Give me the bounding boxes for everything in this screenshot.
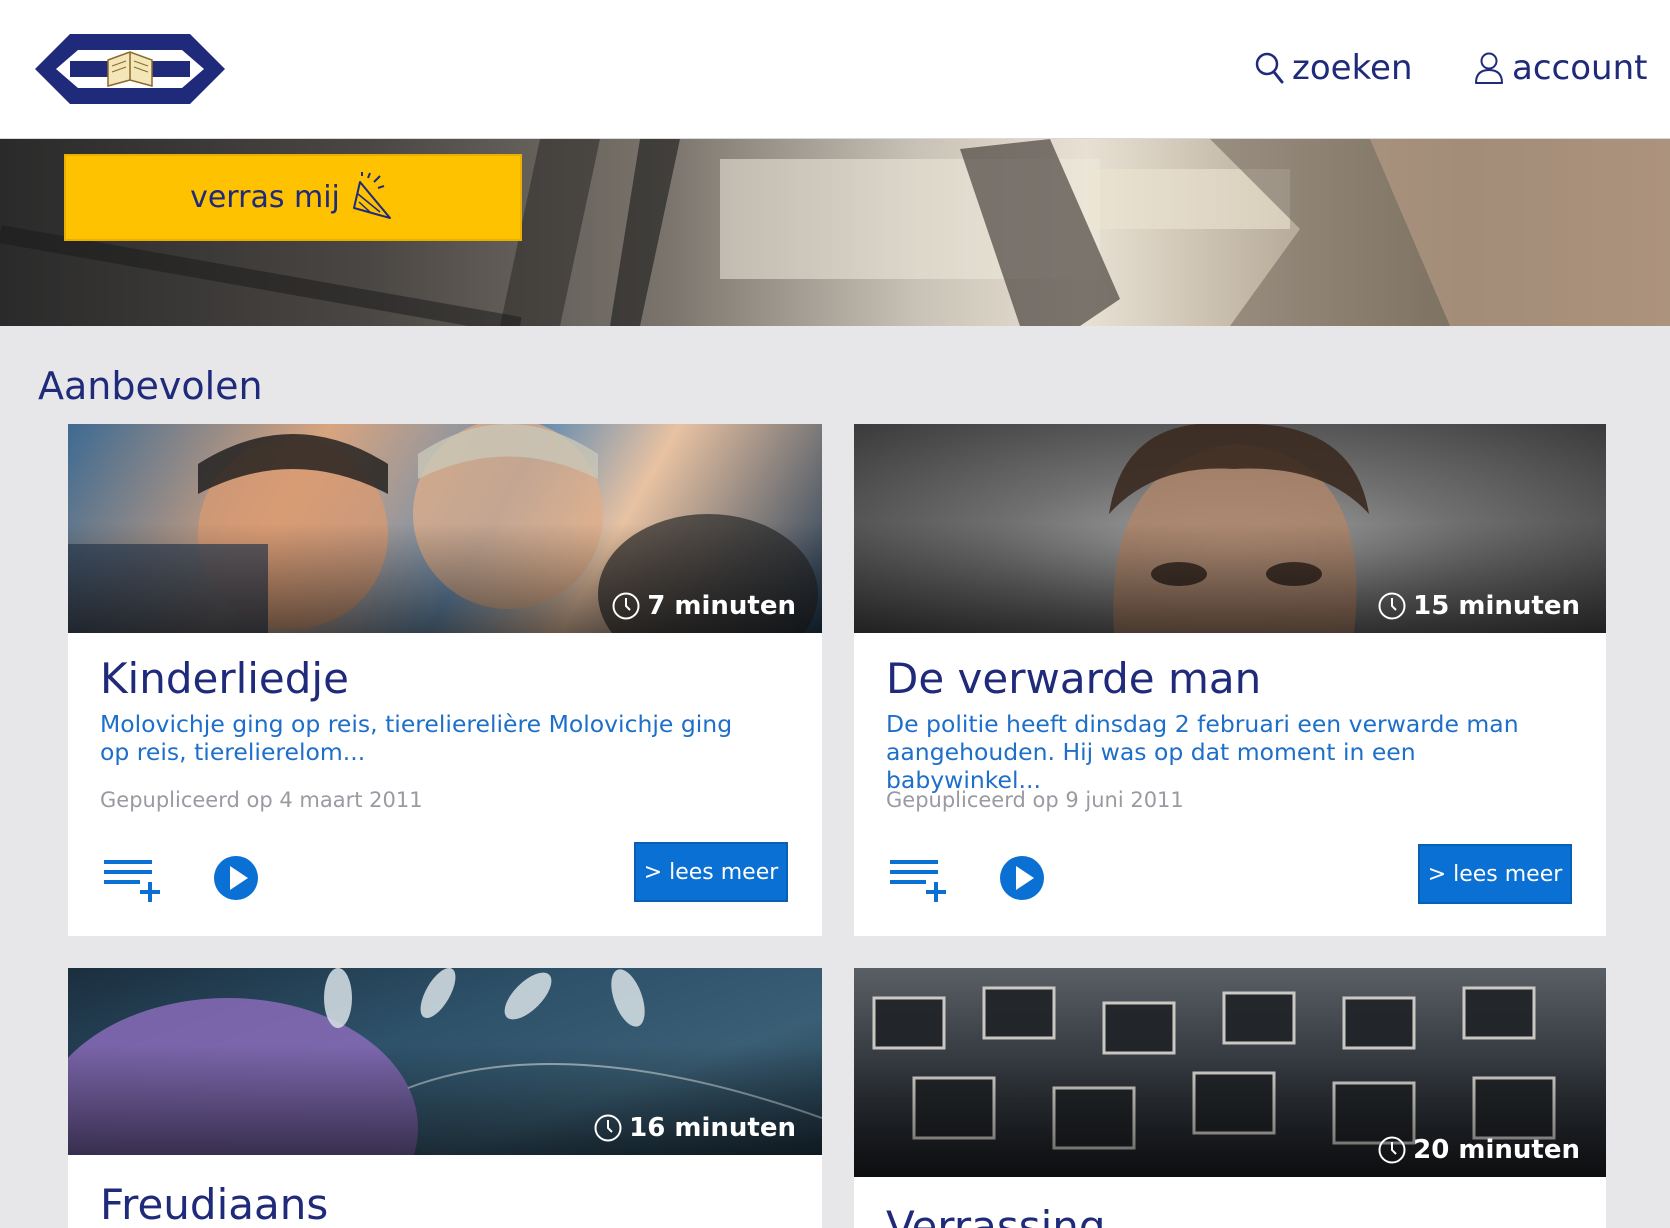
article-card: 7 minuten Kinderliedje Molovichje ging o… [68, 424, 822, 936]
play-icon[interactable] [998, 854, 1046, 902]
ns-logo-icon[interactable] [30, 28, 230, 110]
search-label: zoeken [1292, 48, 1413, 88]
clock-icon [594, 1114, 622, 1142]
card-description[interactable]: De politie heeft dinsdag 2 februari een … [886, 710, 1546, 794]
reading-time: 7 minuten [611, 591, 796, 621]
read-more-button[interactable]: > lees meer [634, 842, 788, 902]
card-image[interactable]: 15 minuten [854, 424, 1606, 633]
party-popper-icon [352, 171, 391, 219]
publish-date: Gepupliceerd op 4 maart 2011 [100, 788, 423, 812]
reading-time: 15 minuten [1377, 591, 1580, 621]
duration-text: 7 minuten [647, 591, 796, 621]
reading-time: 16 minuten [593, 1113, 796, 1143]
card-description[interactable]: Molovichje ging op reis, tierelierelière… [100, 710, 760, 766]
card-image[interactable]: 20 minuten [854, 968, 1606, 1177]
duration-text: 15 minuten [1413, 591, 1580, 621]
account-label: account [1512, 48, 1648, 88]
clock-icon [612, 592, 640, 620]
article-card: 20 minuten Verrassing [854, 968, 1606, 1228]
add-to-playlist-icon[interactable] [888, 854, 950, 904]
publish-date: Gepupliceerd op 9 juni 2011 [886, 788, 1184, 812]
read-more-button[interactable]: > lees meer [1418, 844, 1572, 904]
surprise-label: verras mij [190, 180, 340, 215]
article-card: 16 minuten Freudiaans [68, 968, 822, 1228]
play-icon[interactable] [212, 854, 260, 902]
account-nav-link[interactable]: account [1474, 48, 1647, 88]
add-to-playlist-icon[interactable] [102, 854, 164, 904]
card-image[interactable]: 16 minuten [68, 968, 822, 1155]
article-card: 15 minuten De verwarde man De politie he… [854, 424, 1606, 936]
duration-text: 16 minuten [629, 1113, 796, 1143]
clock-icon [1378, 592, 1406, 620]
search-icon [1255, 52, 1284, 84]
section-title: Aanbevolen [38, 364, 263, 408]
card-title[interactable]: Verrassing [886, 1202, 1106, 1228]
reading-time: 20 minuten [1377, 1135, 1580, 1165]
card-title[interactable]: Freudiaans [100, 1180, 328, 1228]
card-title[interactable]: De verwarde man [886, 654, 1261, 703]
clock-icon [1378, 1136, 1406, 1164]
site-header: zoeken account [0, 0, 1670, 139]
search-nav-link[interactable]: zoeken [1254, 48, 1413, 88]
card-image[interactable]: 7 minuten [68, 424, 822, 633]
user-icon [1475, 52, 1503, 84]
duration-text: 20 minuten [1413, 1135, 1580, 1165]
surprise-me-button[interactable]: verras mij [64, 154, 522, 241]
card-title[interactable]: Kinderliedje [100, 654, 349, 703]
